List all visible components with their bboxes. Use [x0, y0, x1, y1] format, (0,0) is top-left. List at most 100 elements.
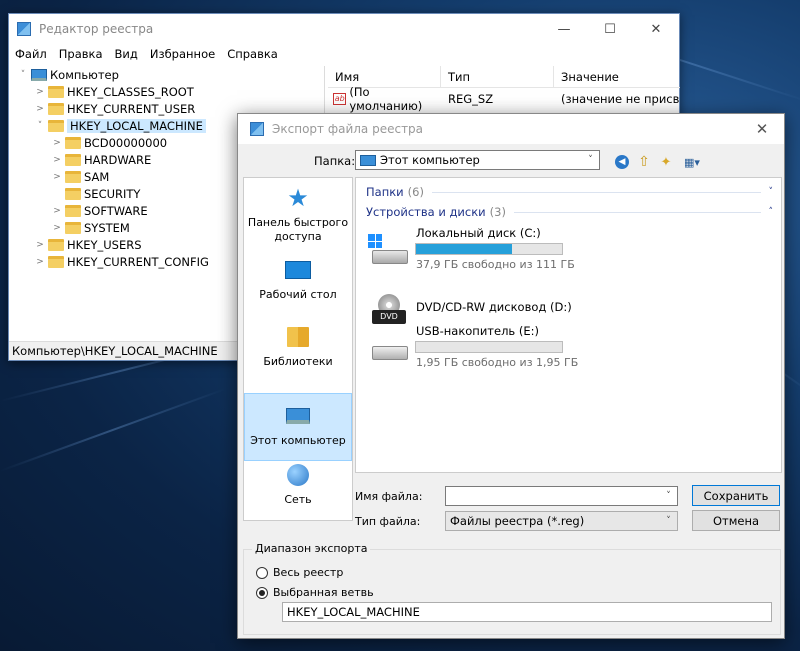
drive-c-name: Локальный диск (C:)	[416, 226, 541, 240]
expand-arrow-icon[interactable]: >	[34, 257, 46, 267]
chevron-up-icon: ˄	[768, 207, 774, 217]
up-folder-button[interactable]: ⇧	[636, 154, 652, 170]
folder-icon	[48, 85, 64, 98]
expand-arrow-icon[interactable]: >	[51, 138, 63, 148]
close-button[interactable]: ✕	[633, 14, 679, 44]
folder-icon	[48, 255, 64, 268]
place-quick-access-star[interactable]: ★ Панель быстрого доступа	[244, 184, 352, 244]
column-data[interactable]: Значение	[554, 66, 680, 87]
folder-icon	[65, 136, 81, 149]
place-libraries[interactable]: Библиотеки	[244, 323, 352, 381]
radio-button	[256, 566, 268, 579]
group-devices-label: Устройства и диски	[366, 205, 486, 219]
menu-view[interactable]: Вид	[115, 47, 138, 61]
group-folders-count: (6)	[407, 185, 424, 199]
export-range-label: Диапазон экспорта	[252, 542, 371, 555]
drive-d-name: DVD/CD-RW дисковод (D:)	[416, 300, 572, 314]
minimize-button[interactable]: —	[541, 14, 587, 44]
folder-icon	[65, 204, 81, 217]
drive-c[interactable]: Локальный диск (C:) 37,9 ГБ свободно из …	[366, 226, 766, 276]
chevron-down-icon: ˅	[666, 516, 671, 526]
menu-bar: Файл Правка Вид Избранное Справка	[9, 44, 679, 64]
tree-node-label: SYSTEM	[84, 220, 130, 235]
place-this-pc[interactable]: Этот компьютер	[244, 393, 352, 461]
tree-node-label: HKEY_CLASSES_ROOT	[67, 84, 194, 99]
new-folder-button[interactable]: ✦	[658, 154, 674, 170]
tree-node-label: HKEY_CURRENT_USER	[67, 101, 196, 116]
radio-all-label: Весь реестр	[273, 566, 344, 579]
group-folders[interactable]: Папки (6) ˅	[366, 184, 773, 200]
group-divider	[431, 191, 761, 193]
back-button[interactable]: ◀	[614, 154, 630, 170]
group-devices[interactable]: Устройства и диски (3) ˄	[366, 204, 773, 220]
drive-c-usage-bar	[415, 243, 563, 255]
this-pc-icon	[284, 404, 312, 428]
expand-arrow-icon[interactable]: >	[51, 223, 63, 233]
tree-node-label: HKEY_USERS	[67, 237, 142, 252]
file-list: Папки (6) ˅ Устройства и диски (3) ˄ Лок…	[355, 177, 782, 473]
look-in-label: Папка:	[314, 154, 356, 168]
drive-e[interactable]: USB-накопитель (E:) 1,95 ГБ свободно из …	[366, 324, 766, 374]
branch-input[interactable]: HKEY_LOCAL_MACHINE	[282, 602, 772, 622]
menu-edit[interactable]: Правка	[59, 47, 103, 61]
tree-node-label: SAM	[84, 169, 110, 184]
up-folder-icon: ⇧	[638, 154, 650, 170]
dialog-close-button[interactable]: ✕	[740, 114, 784, 144]
network-icon	[284, 463, 312, 487]
cancel-button[interactable]: Отмена	[692, 510, 780, 531]
menu-favorites[interactable]: Избранное	[150, 47, 215, 61]
folder-icon	[65, 153, 81, 166]
look-in-combo[interactable]: Этот компьютер ˅	[355, 150, 600, 170]
filename-label: Имя файла:	[355, 490, 423, 503]
tree-node-label: Компьютер	[50, 67, 119, 82]
export-range-group: Диапазон экспорта Весь реестр Выбранная …	[243, 542, 781, 635]
expand-arrow-icon[interactable]: >	[51, 206, 63, 216]
filename-input[interactable]: ˅	[445, 486, 678, 506]
maximize-button[interactable]: ☐	[587, 14, 633, 44]
place-label: Этот компьютер	[250, 434, 346, 447]
folder-icon	[48, 119, 64, 132]
drive-c-usage-fill	[416, 244, 513, 254]
expand-arrow-icon[interactable]: >	[51, 155, 63, 165]
desktop-icon	[284, 258, 312, 282]
column-type[interactable]: Тип	[441, 66, 554, 87]
value-name: (По умолчанию)	[349, 85, 423, 113]
back-arrow-icon: ◀	[615, 155, 629, 169]
branch-value: HKEY_LOCAL_MACHINE	[287, 605, 420, 619]
folder-icon	[65, 187, 81, 200]
radio-selected-branch[interactable]: Выбранная ветвь	[256, 586, 374, 599]
tree-node-hkey-classes-root[interactable]: > HKEY_CLASSES_ROOT	[11, 83, 324, 100]
expand-arrow-icon[interactable]: >	[34, 87, 46, 97]
filetype-select[interactable]: Файлы реестра (*.reg) ˅	[445, 511, 678, 531]
drive-e-free: 1,95 ГБ свободно из 1,95 ГБ	[416, 356, 579, 369]
place-label: Панель быстрого доступа	[247, 216, 349, 243]
string-value-icon: ab	[333, 93, 347, 105]
drive-e-usage-bar	[415, 341, 563, 353]
tree-node-компьютер[interactable]: ˅ Компьютер	[11, 66, 324, 83]
tree-node-label: HARDWARE	[84, 152, 152, 167]
column-name[interactable]: Имя	[328, 66, 441, 87]
menu-help[interactable]: Справка	[227, 47, 278, 61]
collapse-arrow-icon[interactable]: ˅	[34, 121, 46, 131]
new-folder-icon: ✦	[660, 154, 672, 170]
collapse-arrow-icon[interactable]: ˅	[17, 70, 29, 80]
chevron-down-icon: ˅	[666, 491, 671, 501]
menu-file[interactable]: Файл	[15, 47, 47, 61]
computer-icon	[31, 68, 47, 81]
save-button[interactable]: Сохранить	[692, 485, 780, 506]
view-menu-button[interactable]: ▦▾	[680, 154, 704, 170]
expand-arrow-icon[interactable]: >	[34, 240, 46, 250]
value-row[interactable]: ab (По умолчанию) REG_SZ (значение не при…	[328, 85, 680, 113]
folder-icon	[65, 170, 81, 183]
expand-arrow-icon[interactable]: >	[51, 172, 63, 182]
tree-node-label: HKEY_LOCAL_MACHINE	[67, 118, 206, 133]
place-label: Библиотеки	[263, 355, 333, 368]
chevron-down-icon: ˅	[768, 187, 774, 197]
place-network[interactable]: Сеть	[244, 461, 352, 511]
this-pc-icon	[360, 154, 376, 166]
expand-arrow-icon[interactable]: >	[34, 104, 46, 114]
place-desktop[interactable]: Рабочий стол	[244, 256, 352, 306]
local-disk-icon	[368, 234, 410, 268]
radio-all-registry[interactable]: Весь реестр	[256, 566, 343, 579]
tree-node-label: SOFTWARE	[84, 203, 148, 218]
